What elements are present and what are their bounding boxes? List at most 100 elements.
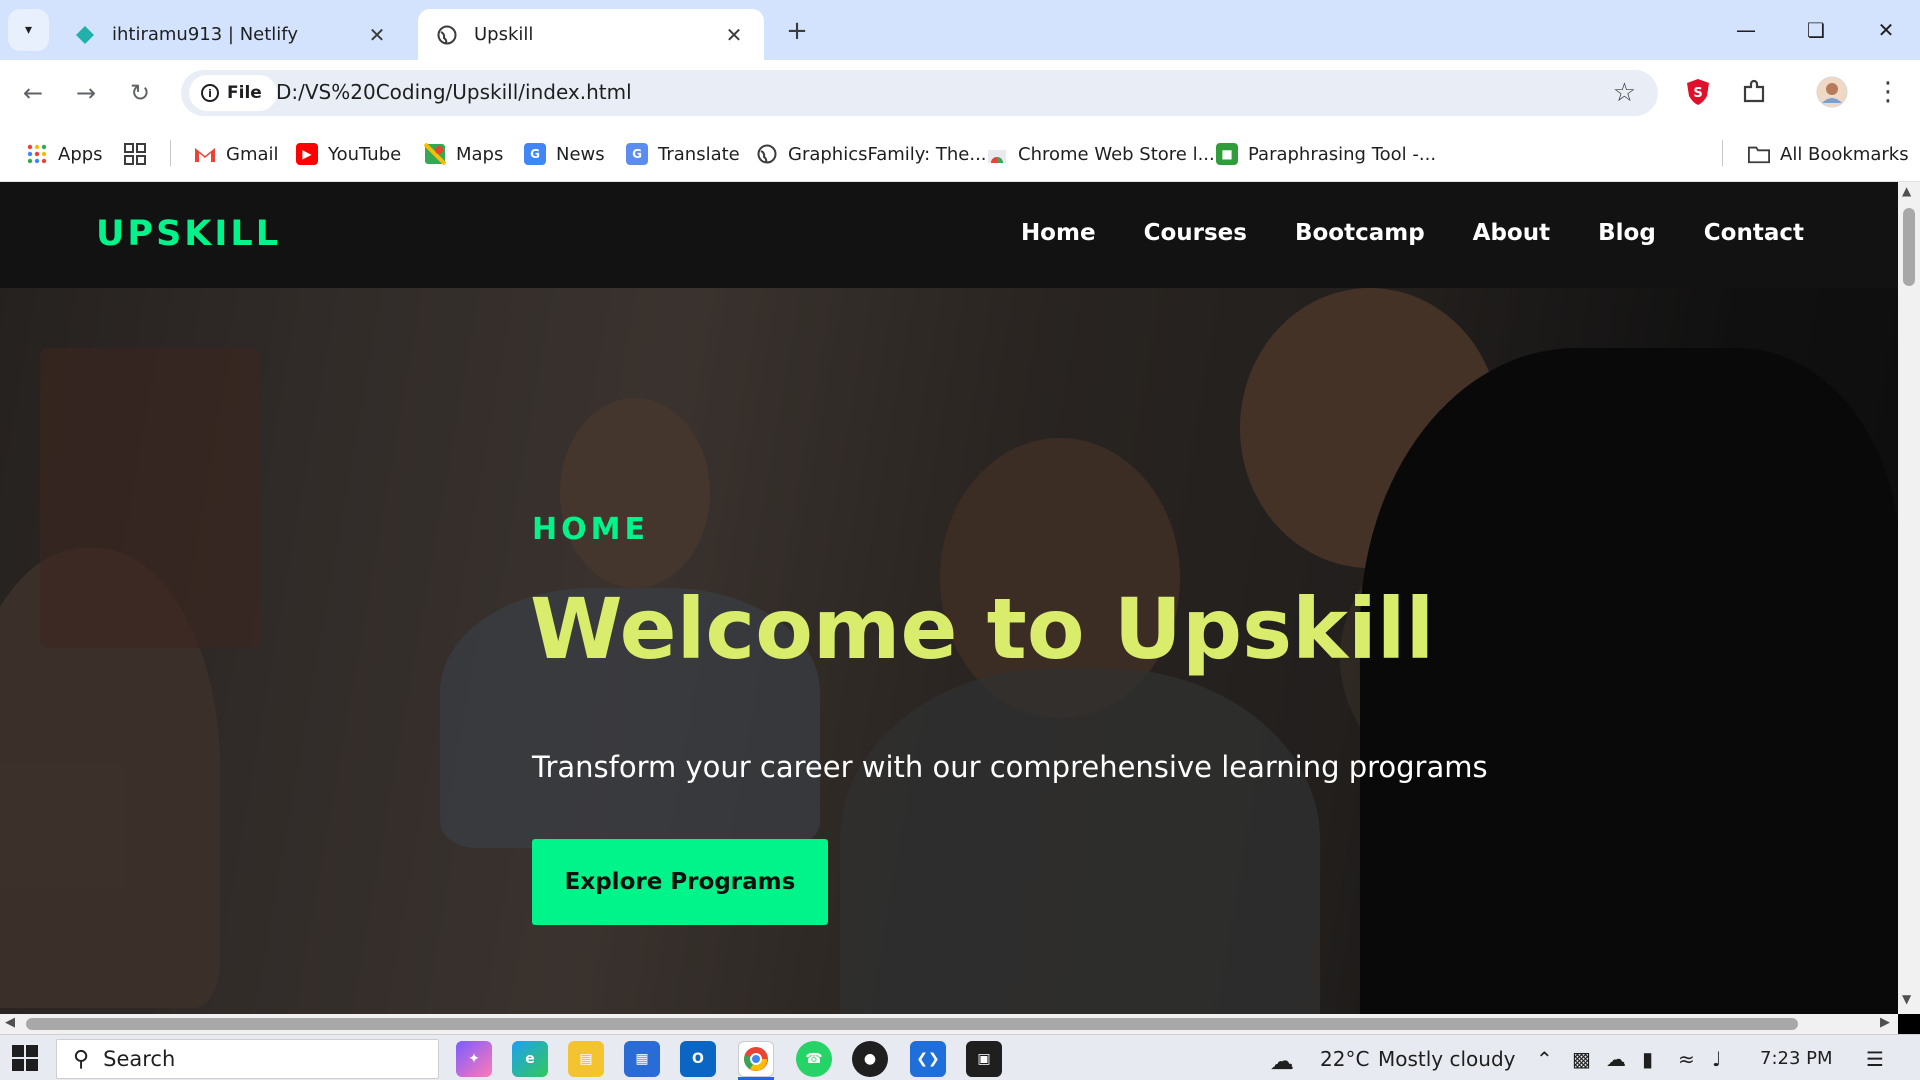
bookmark-label: YouTube [328,143,402,165]
bookmark-label: All Bookmarks [1780,143,1909,165]
bookmarks-bar: Apps Gmail ▶ YouTube Maps G News G Trans… [0,126,1920,182]
nav-link-contact[interactable]: Contact [1704,220,1804,246]
news-icon: G [524,143,546,165]
meet-now-icon[interactable]: ▩ [1572,1047,1591,1071]
bookmark-translate[interactable]: G Translate [626,138,740,170]
browser-toolbar: ← → ↻ i File D:/VS%20Coding/Upskill/inde… [0,60,1920,126]
notification-icon[interactable]: ☰ [1866,1047,1884,1071]
shield-extension-icon[interactable]: S [1678,72,1718,112]
nav-link-home[interactable]: Home [1021,220,1096,246]
info-icon: i [201,84,219,102]
grid-icon [124,143,146,165]
new-tab-button[interactable]: + [780,14,814,48]
folder-icon [1748,143,1770,165]
arrow-left-icon: ← [22,79,44,107]
scroll-thumb[interactable] [1903,208,1915,286]
scroll-down-icon[interactable]: ▼ [1902,992,1911,1006]
extensions-puzzle-icon[interactable] [1734,72,1774,112]
bookmark-apps[interactable]: Apps [26,138,103,170]
menu-kebab-icon[interactable]: ⋮ [1868,72,1908,112]
forward-button[interactable]: → [66,73,106,113]
speaker-icon[interactable]: ♩ [1712,1047,1721,1071]
reload-button[interactable]: ↻ [120,73,160,113]
tab-netlify[interactable]: ihtiramu913 | Netlify ✕ [56,9,407,60]
chevron-down-icon: ▾ [24,22,33,38]
bookmark-star-icon[interactable]: ☆ [1613,78,1636,108]
maps-icon [424,143,446,165]
battery-icon[interactable]: ▮ [1642,1047,1653,1071]
all-bookmarks-button[interactable]: All Bookmarks [1748,138,1909,170]
nav-link-blog[interactable]: Blog [1598,220,1656,246]
nav-link-courses[interactable]: Courses [1144,220,1247,246]
vertical-scrollbar[interactable]: ▲ ▼ [1898,182,1920,1014]
scroll-thumb[interactable] [26,1018,1798,1030]
url-text[interactable]: D:/VS%20Coding/Upskill/index.html [276,80,632,104]
netlify-icon [74,24,96,46]
bookmark-news[interactable]: G News [524,138,605,170]
hero-section: HOME Welcome to Upskill Transform your c… [0,288,1898,1014]
clock-time[interactable]: 7:23 PM [1760,1048,1833,1069]
tab-upskill[interactable]: Upskill ✕ [418,9,764,60]
whatsapp-icon[interactable]: ☎ [796,1041,832,1077]
bookmark-label: Translate [658,143,740,165]
bookmark-graphicsfamily[interactable]: GraphicsFamily: The... [756,138,987,170]
wifi-icon[interactable]: ≈ [1678,1047,1695,1071]
file-explorer-icon[interactable]: ▤ [568,1041,604,1077]
nav-link-bootcamp[interactable]: Bootcamp [1295,220,1425,246]
restore-button[interactable]: ❏ [1790,8,1842,52]
nav-link-about[interactable]: About [1473,220,1550,246]
chrome-icon[interactable] [738,1041,774,1077]
scroll-right-icon[interactable]: ▶ [1880,1015,1890,1030]
scroll-up-icon[interactable]: ▲ [1902,184,1911,198]
youtube-icon: ▶ [296,143,318,165]
bookmark-label: Apps [58,143,103,165]
site-logo[interactable]: UPSKILL [96,214,281,254]
bookmark-paraphrasing-tool[interactable]: ■ Paraphrasing Tool -... [1216,138,1436,170]
edge-icon[interactable]: e [512,1041,548,1077]
tab-title: ihtiramu913 | Netlify [112,24,298,45]
chrome-web-store-icon [986,143,1008,165]
weather-condition[interactable]: Mostly cloudy [1378,1047,1516,1071]
outlook-icon[interactable]: O [680,1041,716,1077]
address-bar[interactable]: i File D:/VS%20Coding/Upskill/index.html… [181,70,1658,116]
bookmark-label: GraphicsFamily: The... [788,143,987,165]
chevron-up-icon[interactable]: ⌃ [1536,1047,1553,1071]
back-button[interactable]: ← [13,73,53,113]
onedrive-cloud-icon[interactable]: ☁ [1606,1047,1626,1071]
vscode-icon[interactable]: ❮❯ [910,1041,946,1077]
tab-groups-button[interactable] [124,138,156,170]
weather-cloudy-icon[interactable]: ☁ [1270,1047,1294,1075]
profile-avatar[interactable] [1812,72,1852,112]
divider [170,140,171,166]
close-window-button[interactable]: ✕ [1860,8,1912,52]
tab-title: Upskill [474,24,534,45]
windows-start-button[interactable] [12,1045,38,1071]
tab-search-button[interactable]: ▾ [8,9,49,51]
hero-subtitle: Transform your career with our comprehen… [532,750,1488,784]
close-icon[interactable]: ✕ [722,23,746,47]
horizontal-scrollbar[interactable]: ◀ ▶ [0,1014,1898,1034]
bookmark-gmail[interactable]: Gmail [194,138,279,170]
minimize-button[interactable]: — [1720,8,1772,52]
microsoft-store-icon[interactable]: ▦ [624,1041,660,1077]
gmail-icon [194,143,216,165]
close-icon[interactable]: ✕ [365,23,389,47]
divider [1722,140,1723,166]
scroll-left-icon[interactable]: ◀ [5,1015,15,1030]
hero-title: Welcome to Upskill [530,580,1435,678]
bookmark-label: Chrome Web Store l... [1018,143,1215,165]
taskbar-search-box[interactable]: ⚲ Search [56,1039,439,1079]
explore-programs-button[interactable]: Explore Programs [532,839,828,925]
github-icon[interactable]: ● [852,1041,888,1077]
bookmark-label: Paraphrasing Tool -... [1248,143,1437,165]
site-info-chip[interactable]: i File [189,75,277,111]
copilot-icon[interactable]: ✦ [456,1041,492,1077]
bookmark-maps[interactable]: Maps [424,138,503,170]
bookmark-youtube[interactable]: ▶ YouTube [296,138,401,170]
bookmark-chrome-web-store[interactable]: Chrome Web Store l... [986,138,1215,170]
page-viewport: UPSKILL Home Courses Bootcamp About Blog… [0,182,1898,1014]
app-icon[interactable]: ▣ [966,1041,1002,1077]
paraphrasing-tool-icon: ■ [1216,143,1238,165]
weather-temperature[interactable]: 22°C [1320,1047,1369,1071]
translate-icon: G [626,143,648,165]
